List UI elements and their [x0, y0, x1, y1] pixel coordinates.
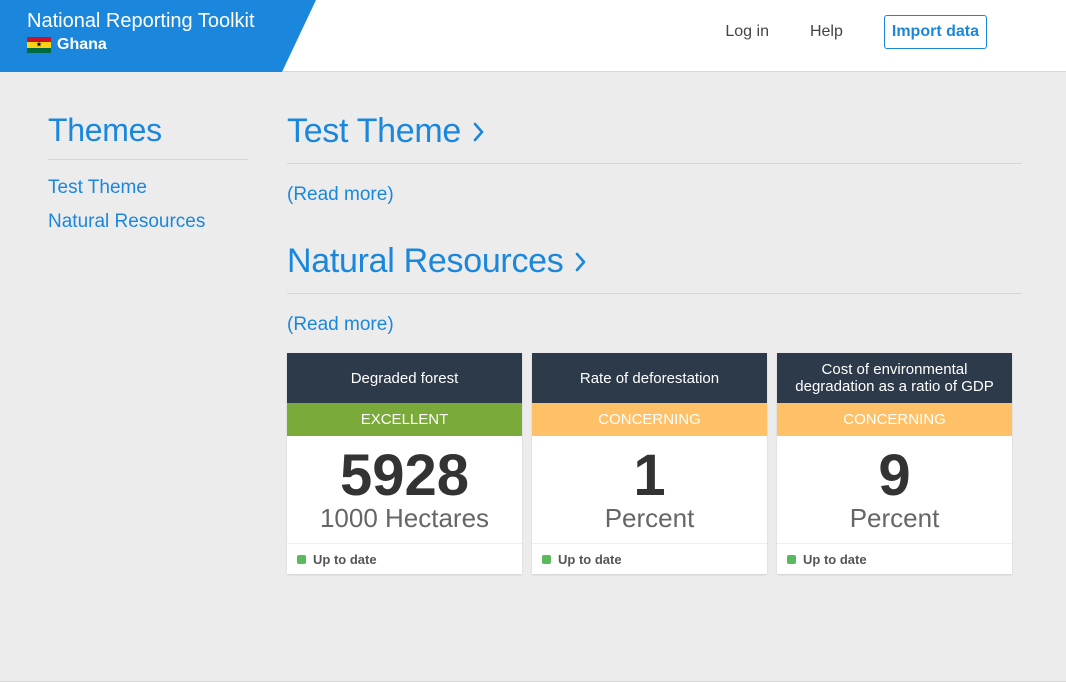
indicator-name: Cost of environmental degradation as a r… [777, 353, 1012, 403]
indicator-unit: Percent [604, 503, 695, 533]
freshness-row: Up to date [777, 543, 1012, 574]
theme-heading-link[interactable]: Natural Resources [287, 242, 1022, 294]
freshness-label: Up to date [803, 551, 867, 567]
indicator-card-rate-of-deforestation[interactable]: Rate of deforestation CONCERNING 1 Perce… [532, 353, 767, 574]
login-link[interactable]: Log in [725, 23, 769, 41]
import-data-button[interactable]: Import data [883, 15, 987, 49]
indicator-value: 9 [878, 443, 911, 508]
brand-banner[interactable]: National Reporting Toolkit ★ Ghana [0, 0, 316, 72]
indicator-cards: Degraded forest EXCELLENT 5928 1000 Hect… [287, 353, 1022, 574]
theme-section-natural-resources: Natural Resources (Read more) Degraded f… [287, 242, 1022, 574]
read-more-link[interactable]: (Read more) [287, 314, 394, 336]
theme-heading-link[interactable]: Test Theme [287, 112, 1022, 164]
sidebar-theme-list: Test Theme Natural Resources [48, 171, 248, 239]
chevron-right-icon [576, 252, 586, 271]
ghana-flag-icon: ★ [27, 37, 51, 53]
indicator-value: 1 [633, 443, 666, 508]
read-more-link[interactable]: (Read more) [287, 184, 394, 206]
freshness-row: Up to date [532, 543, 767, 574]
status-badge: CONCERNING [532, 403, 767, 436]
top-nav: Log in Help Import data [725, 15, 987, 49]
indicator-unit: Percent [849, 503, 940, 533]
indicator-unit: 1000 Hectares [319, 503, 490, 533]
indicator-name: Rate of deforestation [532, 353, 767, 403]
freshness-row: Up to date [287, 543, 522, 574]
sidebar-item-test-theme[interactable]: Test Theme [48, 171, 248, 205]
country-name: Ghana [57, 36, 107, 53]
themes-sidebar: Themes Test Theme Natural Resources [48, 112, 248, 239]
main-content: Test Theme (Read more) Natural Resources… [287, 112, 1022, 610]
theme-section-test-theme: Test Theme (Read more) [287, 112, 1022, 206]
app-title: National Reporting Toolkit [27, 10, 255, 32]
theme-title: Test Theme [287, 112, 462, 150]
sidebar-item-natural-resources[interactable]: Natural Resources [48, 205, 248, 239]
status-dot-icon [542, 554, 551, 564]
top-header: National Reporting Toolkit ★ Ghana Log i… [0, 0, 1066, 72]
theme-title: Natural Resources [287, 242, 564, 280]
freshness-label: Up to date [313, 551, 377, 567]
country-label: ★ Ghana [27, 36, 107, 54]
indicator-value: 5928 [339, 443, 470, 508]
indicator-card-cost-of-degradation[interactable]: Cost of environmental degradation as a r… [777, 353, 1012, 574]
status-dot-icon [787, 554, 796, 564]
indicator-card-degraded-forest[interactable]: Degraded forest EXCELLENT 5928 1000 Hect… [287, 353, 522, 574]
status-badge: EXCELLENT [287, 403, 522, 436]
freshness-label: Up to date [558, 551, 622, 567]
status-dot-icon [297, 554, 306, 564]
help-link[interactable]: Help [810, 23, 843, 41]
chevron-right-icon [473, 122, 484, 141]
sidebar-title: Themes [48, 112, 248, 160]
status-badge: CONCERNING [777, 403, 1012, 436]
indicator-name: Degraded forest [287, 353, 522, 403]
